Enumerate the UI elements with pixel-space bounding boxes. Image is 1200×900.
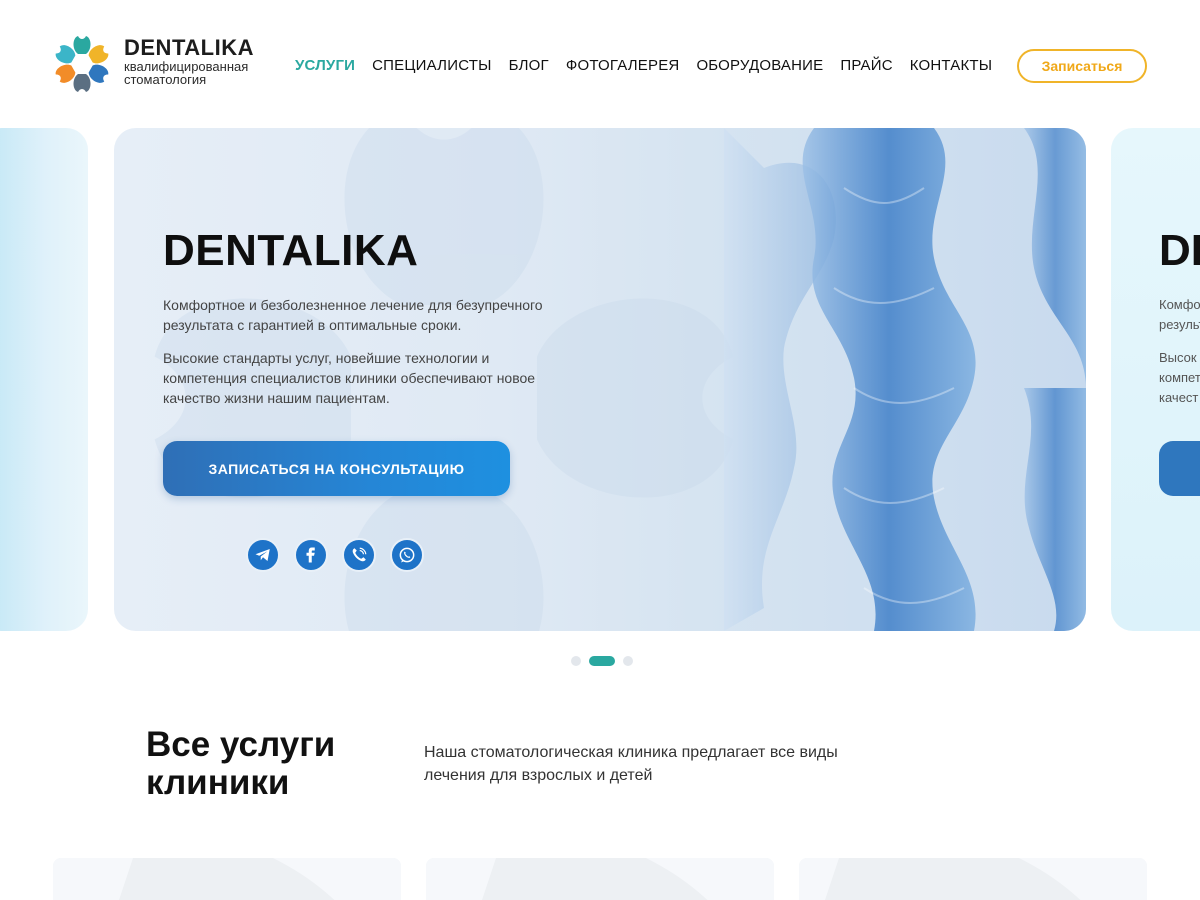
carousel-dot-2[interactable] [589, 656, 615, 666]
service-card[interactable] [799, 858, 1147, 900]
consultation-button[interactable]: ЗАПИСАТЬСЯ НА КОНСУЛЬТАЦИЮ [163, 441, 510, 496]
nav-item-gallery[interactable]: Фотогалерея [566, 56, 680, 76]
next-slide-line: качест [1159, 390, 1199, 405]
hero-paragraph-2: Высокие стандарты услуг, новейшие технол… [163, 350, 536, 406]
hero-paragraph-1: Комфортное и безболезненное лечение для … [163, 297, 543, 333]
next-slide-line: результ [1159, 317, 1200, 332]
site-header: DENTALIKA квалифицированная стоматология… [0, 0, 1200, 128]
signup-button[interactable]: Записаться [1017, 49, 1147, 83]
hero-carousel: DENTALIKA Комфортное и безболезненное ле… [0, 128, 1200, 632]
next-slide-button[interactable] [1159, 441, 1200, 496]
nav-item-specialists[interactable]: Специалисты [372, 56, 491, 76]
nav-item-price[interactable]: Прайс [840, 56, 892, 76]
nav-item-equipment[interactable]: Оборудование [696, 56, 823, 76]
carousel-dot-3[interactable] [623, 656, 633, 666]
card-decor-icon [53, 858, 401, 900]
next-slide[interactable]: DE Комфорт результ Высок компет качест [1111, 128, 1200, 631]
aligner-image [724, 128, 1086, 631]
service-card[interactable] [426, 858, 774, 900]
services-description: Наша стоматологическая клиника предлагае… [424, 744, 838, 784]
services-title: Все услуги клиники [146, 725, 336, 802]
next-slide-line: Высок [1159, 350, 1197, 365]
card-decor-icon [426, 858, 774, 900]
telegram-icon[interactable] [246, 538, 280, 572]
nav-item-contacts[interactable]: Контакты [910, 56, 993, 76]
next-slide-line: Комфорт [1159, 297, 1200, 312]
social-links [246, 538, 424, 572]
carousel-dots [571, 656, 633, 666]
next-slide-title: DE [1159, 226, 1200, 275]
facebook-icon[interactable] [294, 538, 328, 572]
logo[interactable]: DENTALIKA квалифицированная стоматология [52, 34, 282, 98]
main-nav: Услуги Специалисты Блог Фотогалерея Обор… [295, 56, 1009, 76]
whatsapp-icon[interactable] [390, 538, 424, 572]
service-card[interactable] [53, 858, 401, 900]
viber-icon[interactable] [342, 538, 376, 572]
logo-icon [52, 34, 112, 94]
nav-item-services[interactable]: Услуги [295, 56, 355, 76]
carousel-dot-1[interactable] [571, 656, 581, 666]
logo-brand: DENTALIKA [124, 35, 254, 60]
prev-slide[interactable] [0, 128, 88, 631]
hero-title: DENTALIKA [163, 226, 419, 275]
hero-slide: DENTALIKA Комфортное и безболезненное ле… [114, 128, 1086, 631]
next-slide-line: компет [1159, 370, 1200, 385]
card-decor-icon [799, 858, 1147, 900]
logo-tagline-2: стоматология [124, 72, 207, 87]
nav-item-blog[interactable]: Блог [509, 56, 549, 76]
